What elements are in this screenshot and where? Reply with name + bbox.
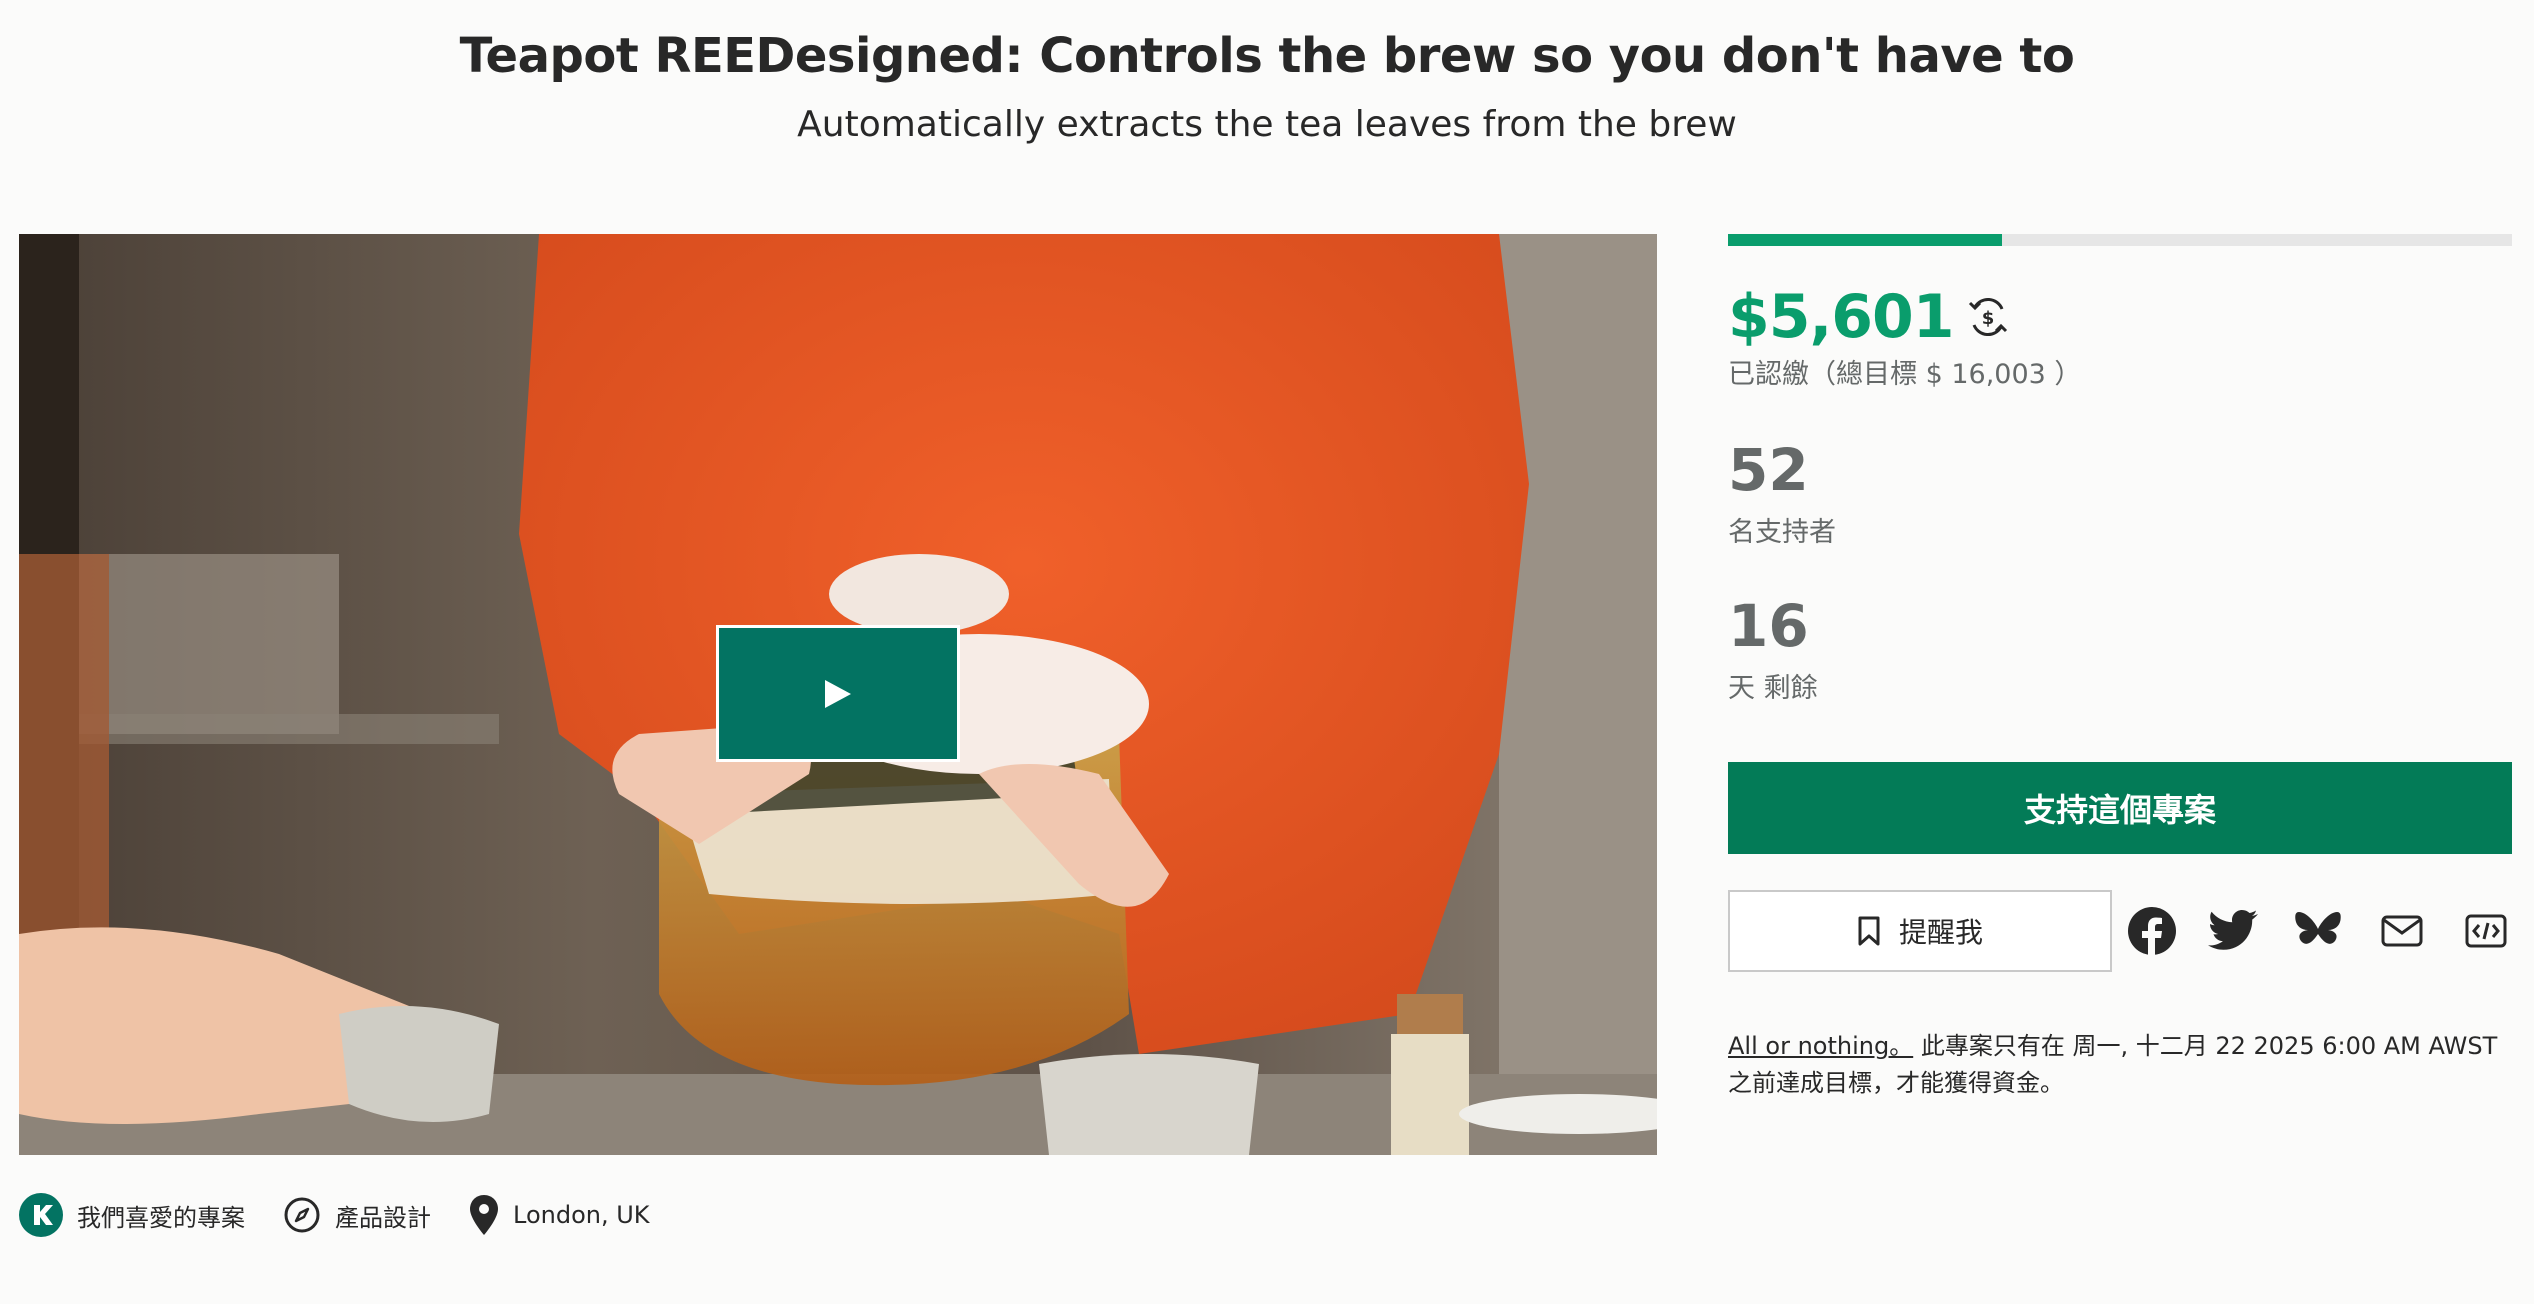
project-tags: 我們喜愛的專案 產品設計 London, UK <box>19 1193 650 1237</box>
pledged-goal-text: 已認繳（總目標 $ 16,003 ） <box>1728 359 2082 390</box>
kickstarter-logo-icon <box>19 1193 63 1237</box>
days-remaining-label: 天 剩餘 <box>1728 673 1818 704</box>
video-play-button[interactable] <box>716 625 960 762</box>
email-icon <box>2381 915 2423 947</box>
all-or-nothing-link[interactable]: All or nothing。 <box>1728 1032 1913 1060</box>
share-bluesky-button[interactable] <box>2290 903 2346 959</box>
back-this-project-button[interactable]: 支持這個專案 <box>1728 762 2512 854</box>
bluesky-icon <box>2295 912 2341 944</box>
svg-text:$: $ <box>1981 308 1994 329</box>
play-icon <box>825 679 851 708</box>
tag-projects-we-love[interactable]: 我們喜愛的專案 <box>19 1193 245 1237</box>
remind-me-label: 提醒我 <box>1898 916 1983 949</box>
share-email-button[interactable] <box>2374 903 2430 959</box>
backers-count: 52 <box>1728 436 1809 504</box>
twitter-icon <box>2208 910 2258 950</box>
pledged-amount-row: $5,601 $ <box>1728 282 2010 352</box>
tag-label: 產品設計 <box>335 1203 431 1232</box>
tag-category[interactable]: 產品設計 <box>283 1196 431 1234</box>
project-subtitle: Automatically extracts the tea leaves fr… <box>797 104 1737 145</box>
share-twitter-button[interactable] <box>2206 903 2262 959</box>
remind-me-button[interactable]: 提醒我 <box>1728 890 2112 972</box>
funding-fine-print: All or nothing。 此專案只有在 周一, 十二月 22 2025 6… <box>1728 1028 2518 1102</box>
share-facebook-button[interactable] <box>2124 903 2180 959</box>
share-embed-button[interactable] <box>2458 903 2514 959</box>
project-title: Teapot REEDesigned: Controls the brew so… <box>459 28 2075 84</box>
tag-label: London, UK <box>513 1201 650 1229</box>
location-pin-icon <box>469 1194 499 1236</box>
project-video[interactable] <box>19 234 1657 1155</box>
funding-progress-fill <box>1728 234 2003 246</box>
currency-convert-icon[interactable]: $ <box>1966 295 2010 339</box>
tag-location[interactable]: London, UK <box>469 1194 650 1236</box>
backers-label: 名支持者 <box>1728 517 1836 548</box>
pledged-amount: $5,601 <box>1728 282 1955 352</box>
embed-icon <box>2465 914 2507 948</box>
tag-label: 我們喜愛的專案 <box>77 1203 245 1232</box>
days-remaining-count: 16 <box>1728 592 1809 660</box>
compass-icon <box>283 1196 321 1234</box>
facebook-icon <box>2128 907 2176 955</box>
funding-progress-bar <box>1728 234 2512 246</box>
bookmark-icon <box>1858 916 1880 946</box>
